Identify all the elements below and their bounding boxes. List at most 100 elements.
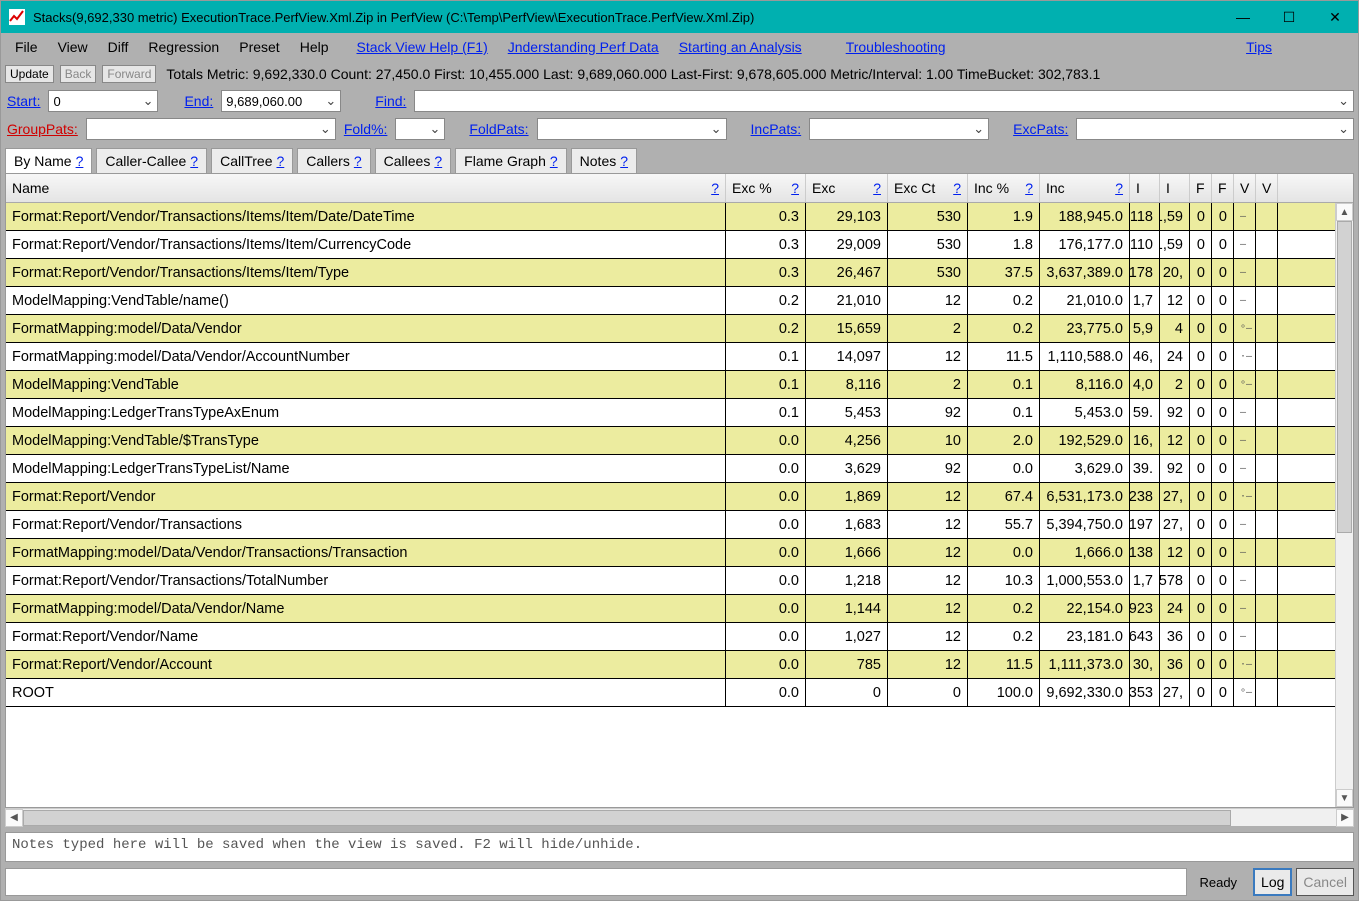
help-icon[interactable]: ? [1115, 180, 1123, 196]
column-header[interactable]: V [1234, 174, 1256, 202]
log-button[interactable]: Log [1253, 868, 1292, 896]
tab-notes[interactable]: Notes? [571, 148, 637, 173]
table-row[interactable]: FormatMapping:model/Data/Vendor/Transact… [6, 539, 1353, 567]
menu-preset[interactable]: Preset [229, 37, 289, 57]
help-icon[interactable]: ? [434, 153, 442, 169]
scroll-track[interactable] [1336, 221, 1353, 789]
update-button[interactable]: Update [5, 65, 54, 83]
column-header[interactable]: Exc Ct? [888, 174, 968, 202]
scroll-thumb[interactable] [23, 810, 1231, 826]
link-starting[interactable]: Starting an Analysis [669, 37, 812, 57]
foldpats-combo[interactable]: ⌄ [537, 118, 727, 140]
scroll-up-icon[interactable]: ▲ [1336, 203, 1353, 221]
tab-caller-callee[interactable]: Caller-Callee? [96, 148, 207, 173]
incpats-combo[interactable]: ⌄ [809, 118, 989, 140]
excpats-label[interactable]: ExcPats: [1011, 121, 1070, 137]
link-stack-view-help[interactable]: Stack View Help (F1) [347, 37, 498, 57]
menu-view[interactable]: View [48, 37, 98, 57]
notes-textarea[interactable]: Notes typed here will be saved when the … [5, 832, 1354, 862]
close-button[interactable]: ✕ [1312, 1, 1358, 33]
find-label[interactable]: Find: [373, 93, 408, 109]
status-input[interactable] [5, 868, 1187, 896]
table-row[interactable]: ROOT0.000100.09,692,330.035327,00ᵒ— [6, 679, 1353, 707]
table-row[interactable]: Format:Report/Vendor/Transactions/TotalN… [6, 567, 1353, 595]
tab-callees[interactable]: Callees? [375, 148, 452, 173]
help-icon[interactable]: ? [620, 153, 628, 169]
foldpct-combo[interactable]: ⌄ [395, 118, 445, 140]
scroll-down-icon[interactable]: ▼ [1336, 789, 1353, 807]
grouppats-combo[interactable]: ⌄ [86, 118, 336, 140]
menu-regression[interactable]: Regression [138, 37, 229, 57]
column-header[interactable]: Exc? [806, 174, 888, 202]
help-icon[interactable]: ? [354, 153, 362, 169]
table-row[interactable]: ModelMapping:VendTable0.18,11620.18,116.… [6, 371, 1353, 399]
column-header[interactable]: F [1190, 174, 1212, 202]
tab-calltree[interactable]: CallTree? [211, 148, 293, 173]
excpats-combo[interactable]: ⌄ [1076, 118, 1354, 140]
tab-by-name[interactable]: By Name? [5, 148, 92, 173]
vertical-scrollbar[interactable]: ▲ ▼ [1335, 203, 1353, 807]
cell-c10: 0 [1212, 259, 1234, 286]
start-label[interactable]: Start: [5, 93, 42, 109]
column-header[interactable]: Exc %? [726, 174, 806, 202]
table-row[interactable]: Format:Report/Vendor0.01,8691267.46,531,… [6, 483, 1353, 511]
table-row[interactable]: ModelMapping:VendTable/name()0.221,01012… [6, 287, 1353, 315]
back-button[interactable]: Back [60, 65, 97, 83]
menu-file[interactable]: File [5, 37, 48, 57]
menu-diff[interactable]: Diff [98, 37, 139, 57]
table-row[interactable]: Format:Report/Vendor/Transactions/Items/… [6, 203, 1353, 231]
scroll-left-icon[interactable]: ◀ [5, 809, 23, 827]
help-icon[interactable]: ? [873, 180, 881, 196]
table-row[interactable]: ModelMapping:LedgerTransTypeList/Name0.0… [6, 455, 1353, 483]
column-header[interactable]: F [1212, 174, 1234, 202]
table-row[interactable]: FormatMapping:model/Data/Vendor0.215,659… [6, 315, 1353, 343]
table-row[interactable]: FormatMapping:model/Data/Vendor/AccountN… [6, 343, 1353, 371]
cancel-button[interactable]: Cancel [1296, 868, 1354, 896]
table-row[interactable]: Format:Report/Vendor/Name0.01,027120.223… [6, 623, 1353, 651]
forward-button[interactable]: Forward [102, 65, 156, 83]
cell-exc-pct: 0.1 [726, 371, 806, 398]
foldpats-label[interactable]: FoldPats: [467, 121, 530, 137]
help-icon[interactable]: ? [190, 153, 198, 169]
horizontal-scrollbar[interactable]: ◀ ▶ [5, 808, 1354, 826]
maximize-button[interactable]: ☐ [1266, 1, 1312, 33]
tab-callers[interactable]: Callers? [297, 148, 370, 173]
column-header[interactable]: I [1130, 174, 1160, 202]
end-label[interactable]: End: [182, 93, 215, 109]
table-row[interactable]: Format:Report/Vendor/Transactions0.01,68… [6, 511, 1353, 539]
help-icon[interactable]: ? [953, 180, 961, 196]
link-tips[interactable]: Tips [1236, 37, 1282, 57]
column-header[interactable]: V [1256, 174, 1278, 202]
tab-label: Notes [580, 153, 617, 169]
help-icon[interactable]: ? [1025, 180, 1033, 196]
foldpct-label[interactable]: Fold%: [342, 121, 390, 137]
help-icon[interactable]: ? [276, 153, 284, 169]
column-header[interactable]: Inc %? [968, 174, 1040, 202]
table-row[interactable]: Format:Report/Vendor/Account0.07851211.5… [6, 651, 1353, 679]
help-icon[interactable]: ? [791, 180, 799, 196]
scroll-track[interactable] [23, 809, 1336, 827]
table-row[interactable]: ModelMapping:VendTable/$TransType0.04,25… [6, 427, 1353, 455]
end-combo[interactable]: 9,689,060.00 ⌄ [221, 90, 341, 112]
scroll-right-icon[interactable]: ▶ [1336, 809, 1354, 827]
column-header[interactable]: Name? [6, 174, 726, 202]
minimize-button[interactable]: — [1220, 1, 1266, 33]
table-row[interactable]: ModelMapping:LedgerTransTypeAxEnum0.15,4… [6, 399, 1353, 427]
find-combo[interactable]: ⌄ [414, 90, 1354, 112]
help-icon[interactable]: ? [550, 153, 558, 169]
link-understanding[interactable]: Jnderstanding Perf Data [498, 37, 669, 57]
column-header[interactable]: I [1160, 174, 1190, 202]
incpats-label[interactable]: IncPats: [749, 121, 804, 137]
start-combo[interactable]: 0 ⌄ [48, 90, 158, 112]
help-icon[interactable]: ? [76, 153, 84, 169]
tab-flame-graph[interactable]: Flame Graph? [455, 148, 567, 173]
help-icon[interactable]: ? [711, 180, 719, 196]
table-row[interactable]: Format:Report/Vendor/Transactions/Items/… [6, 259, 1353, 287]
table-row[interactable]: Format:Report/Vendor/Transactions/Items/… [6, 231, 1353, 259]
scroll-thumb[interactable] [1337, 221, 1352, 533]
menu-help[interactable]: Help [290, 37, 339, 57]
grouppats-label[interactable]: GroupPats: [5, 121, 80, 137]
column-header[interactable]: Inc? [1040, 174, 1130, 202]
link-troubleshooting[interactable]: Troubleshooting [836, 37, 956, 57]
table-row[interactable]: FormatMapping:model/Data/Vendor/Name0.01… [6, 595, 1353, 623]
